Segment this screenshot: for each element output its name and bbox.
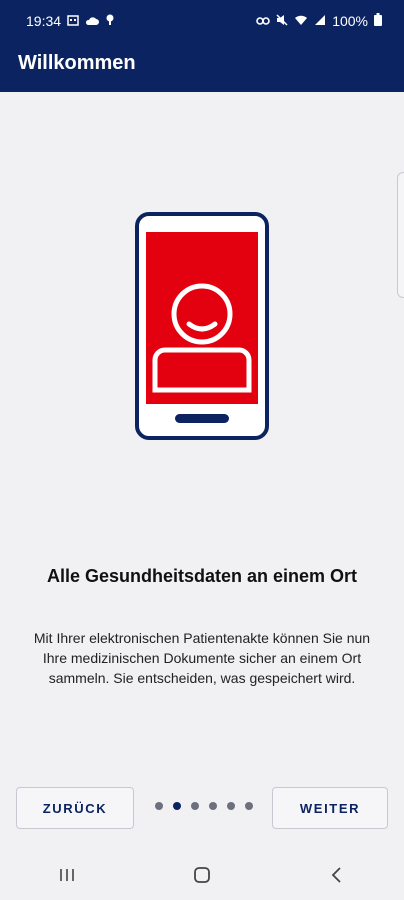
mute-icon bbox=[276, 13, 288, 29]
location-icon bbox=[105, 13, 115, 29]
link-icon bbox=[256, 13, 270, 29]
wifi-icon bbox=[294, 13, 308, 29]
page-dot[interactable] bbox=[209, 802, 217, 810]
recent-apps-icon[interactable] bbox=[37, 855, 97, 895]
status-bar: 19:34 100% bbox=[0, 0, 404, 44]
calendar-icon bbox=[67, 13, 79, 29]
page-indicator bbox=[155, 802, 253, 810]
next-button[interactable]: WEITER bbox=[272, 787, 388, 829]
cloud-icon bbox=[85, 13, 100, 29]
edge-panel-handle[interactable] bbox=[397, 172, 404, 298]
page-title: Willkommen bbox=[18, 52, 136, 74]
system-nav-bar bbox=[0, 850, 404, 900]
status-right: 100% bbox=[256, 13, 382, 29]
status-time: 19:34 bbox=[26, 13, 62, 29]
battery-icon bbox=[374, 13, 382, 29]
battery-percentage: 100% bbox=[332, 13, 368, 29]
back-button[interactable]: ZURÜCK bbox=[16, 787, 134, 829]
smartphone-user-icon bbox=[135, 212, 269, 445]
signal-icon bbox=[314, 13, 326, 29]
onboarding-description: Mit Ihrer elektronischen Patientenakte k… bbox=[33, 630, 371, 686]
page-dot[interactable] bbox=[227, 802, 235, 810]
onboarding-headline: Alle Gesundheitsdaten an einem Ort bbox=[46, 566, 358, 586]
status-left: 19:34 bbox=[26, 13, 115, 29]
page-dot[interactable] bbox=[155, 802, 163, 810]
page-dot-active[interactable] bbox=[173, 802, 181, 810]
app-bar: Willkommen bbox=[0, 44, 404, 92]
page-dot[interactable] bbox=[245, 802, 253, 810]
back-icon[interactable] bbox=[307, 855, 367, 895]
home-icon[interactable] bbox=[172, 855, 232, 895]
page-dot[interactable] bbox=[191, 802, 199, 810]
